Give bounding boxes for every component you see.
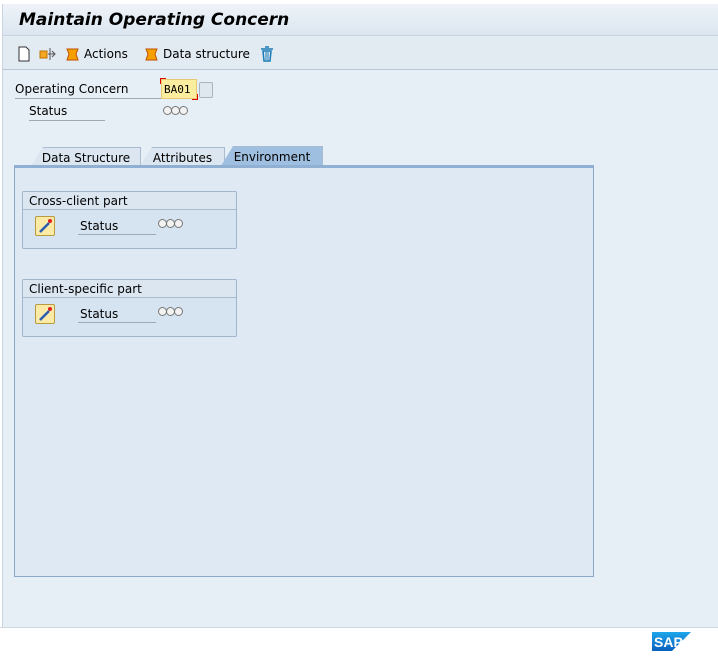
tab-data-structure[interactable]: Data Structure (31, 147, 141, 166)
tab-attributes[interactable]: Attributes (140, 147, 225, 166)
status-lights-icon (163, 106, 188, 115)
operating-concern-input[interactable]: BA01 (160, 78, 198, 100)
svg-text:SAP: SAP (654, 634, 683, 650)
edit-icon[interactable] (35, 304, 55, 324)
divider (78, 234, 156, 235)
group-title: Cross-client part (23, 192, 236, 210)
sap-window: Maintain Operating Concern Actions Data … (2, 4, 718, 627)
title-bar: Maintain Operating Concern (3, 4, 718, 36)
status-label: Status (80, 219, 119, 233)
delete-button[interactable] (259, 44, 275, 64)
page-title: Maintain Operating Concern (19, 10, 290, 30)
divider (78, 322, 156, 323)
group-title: Client-specific part (23, 280, 236, 298)
tab-panel-environment: Cross-client part Status Client-specific… (14, 165, 594, 577)
divider (29, 120, 105, 121)
tab-environment[interactable]: Environment (221, 146, 323, 166)
new-button[interactable] (17, 44, 31, 64)
new-document-icon (18, 46, 30, 62)
actions-label: Actions (84, 47, 128, 61)
data-structure-button[interactable]: Data structure (144, 44, 250, 64)
status-lights-icon (158, 219, 183, 228)
status-label: Status (80, 307, 119, 321)
actions-icon (66, 48, 79, 61)
application-toolbar: Actions Data structure (3, 37, 718, 70)
transport-icon (39, 48, 56, 60)
sap-logo: SAP (652, 632, 691, 651)
actions-button[interactable]: Actions (65, 44, 128, 64)
group-client-specific: Client-specific part Status (22, 279, 237, 337)
status-bar (0, 627, 718, 656)
f4-help-icon[interactable] (199, 82, 213, 98)
edit-icon[interactable] (35, 216, 55, 236)
status-label: Status (29, 104, 68, 118)
status-lights-icon (158, 307, 183, 316)
divider (15, 98, 161, 99)
group-cross-client: Cross-client part Status (22, 191, 237, 249)
data-structure-icon (145, 48, 158, 61)
transport-button[interactable] (39, 44, 57, 64)
delete-icon (261, 46, 273, 62)
data-structure-label: Data structure (163, 47, 250, 61)
operating-concern-label: Operating Concern (15, 82, 129, 96)
